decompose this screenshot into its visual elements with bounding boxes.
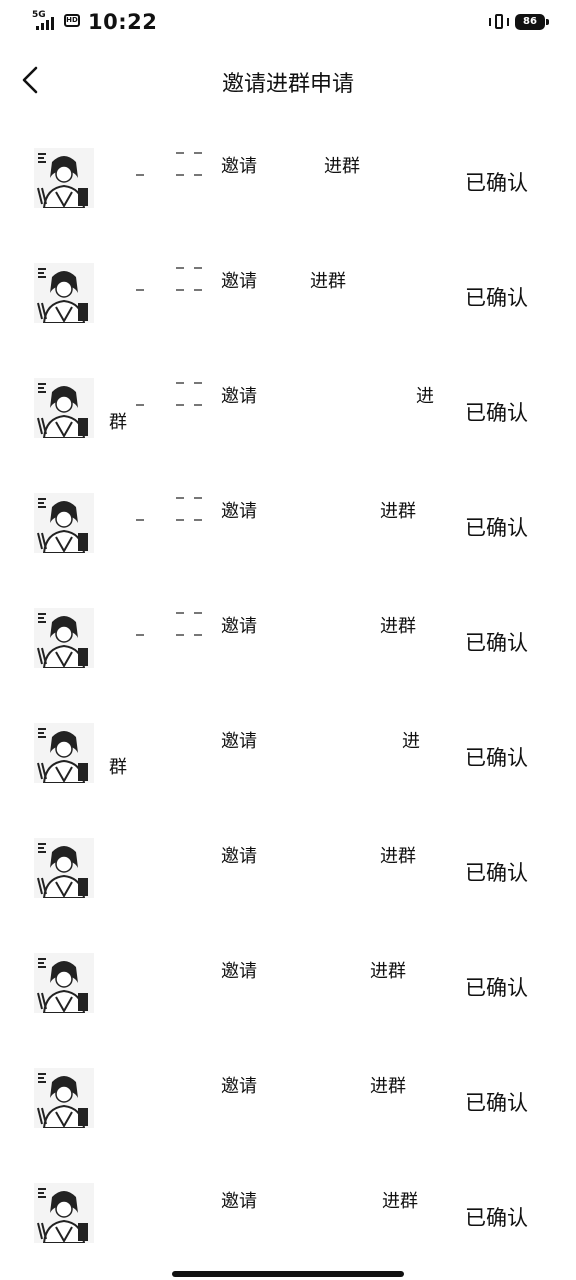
signal-icon: 5G	[32, 10, 60, 30]
avatar[interactable]	[34, 608, 94, 668]
join-label: 进群	[310, 271, 346, 292]
request-row[interactable]: 邀请 进群已确认	[0, 1040, 576, 1155]
avatar[interactable]	[34, 148, 94, 208]
join-label: 进群	[370, 961, 406, 982]
avatar-icon	[34, 1183, 94, 1243]
avatar-icon	[34, 263, 94, 323]
status-confirmed: 已确认	[465, 746, 528, 770]
vibrate-icon	[489, 13, 509, 31]
avatar-icon	[34, 1068, 94, 1128]
request-row[interactable]: 邀请 进群已确认	[0, 1155, 576, 1270]
home-indicator[interactable]	[172, 1271, 404, 1277]
invite-label: 邀请	[221, 501, 257, 522]
invite-label: 邀请	[221, 846, 257, 867]
join-label: 进群	[324, 156, 360, 177]
avatar-icon	[34, 953, 94, 1013]
avatar[interactable]	[34, 378, 94, 438]
network-type: 5G	[32, 10, 46, 20]
status-bar: 5G HD 10:22 86	[0, 0, 576, 46]
request-row[interactable]: 邀请 进群已确认	[0, 810, 576, 925]
clock: 10:22	[88, 10, 158, 34]
status-confirmed: 已确认	[465, 1091, 528, 1115]
status-confirmed: 已确认	[465, 861, 528, 885]
invite-label: 邀请	[221, 1076, 257, 1097]
invite-label: 邀请	[221, 961, 257, 982]
request-row[interactable]: 邀请 进群已确认	[0, 925, 576, 1040]
avatar[interactable]	[34, 838, 94, 898]
redacted-name	[112, 497, 212, 527]
nav-header: 邀请进群申请	[0, 56, 576, 106]
join-label-wrap: 群	[109, 757, 127, 778]
status-confirmed: 已确认	[465, 976, 528, 1000]
redacted-name	[112, 267, 212, 297]
invite-label: 邀请	[221, 1191, 257, 1212]
status-confirmed: 已确认	[465, 631, 528, 655]
request-row[interactable]: 邀请 进群 已确认	[0, 350, 576, 465]
avatar[interactable]	[34, 493, 94, 553]
avatar[interactable]	[34, 723, 94, 783]
hd-icon: HD	[64, 14, 80, 27]
request-row[interactable]: 邀请 进群 已确认	[0, 695, 576, 810]
avatar-icon	[34, 148, 94, 208]
redacted-name	[112, 382, 212, 412]
status-confirmed: 已确认	[465, 171, 528, 195]
avatar[interactable]	[34, 263, 94, 323]
join-label: 进	[416, 386, 434, 407]
avatar-icon	[34, 493, 94, 553]
avatar-icon	[34, 378, 94, 438]
avatar[interactable]	[34, 1068, 94, 1128]
request-row[interactable]: 邀请 进群已确认	[0, 580, 576, 695]
status-confirmed: 已确认	[465, 401, 528, 425]
join-label: 进	[402, 731, 420, 752]
status-confirmed: 已确认	[465, 516, 528, 540]
request-row[interactable]: 邀请 进群已确认	[0, 465, 576, 580]
avatar-icon	[34, 608, 94, 668]
invite-label: 邀请	[221, 271, 257, 292]
join-label: 进群	[370, 1076, 406, 1097]
invite-label: 邀请	[221, 156, 257, 177]
request-row[interactable]: 邀请 进群已确认	[0, 235, 576, 350]
join-label: 进群	[382, 1191, 418, 1212]
page-title: 邀请进群申请	[221, 72, 354, 97]
avatar-icon	[34, 723, 94, 783]
status-confirmed: 已确认	[465, 286, 528, 310]
join-label: 进群	[380, 501, 416, 522]
status-confirmed: 已确认	[465, 1206, 528, 1230]
redacted-name	[112, 152, 212, 182]
avatar[interactable]	[34, 1183, 94, 1243]
avatar[interactable]	[34, 953, 94, 1013]
join-label-wrap: 群	[109, 412, 127, 433]
invite-label: 邀请	[221, 386, 257, 407]
request-row[interactable]: 邀请 进群已确认	[0, 120, 576, 235]
invite-label: 邀请	[221, 731, 257, 752]
avatar-icon	[34, 838, 94, 898]
redacted-name	[112, 612, 212, 642]
battery-icon: 86	[515, 14, 549, 30]
invite-label: 邀请	[221, 616, 257, 637]
join-label: 进群	[380, 846, 416, 867]
join-label: 进群	[380, 616, 416, 637]
